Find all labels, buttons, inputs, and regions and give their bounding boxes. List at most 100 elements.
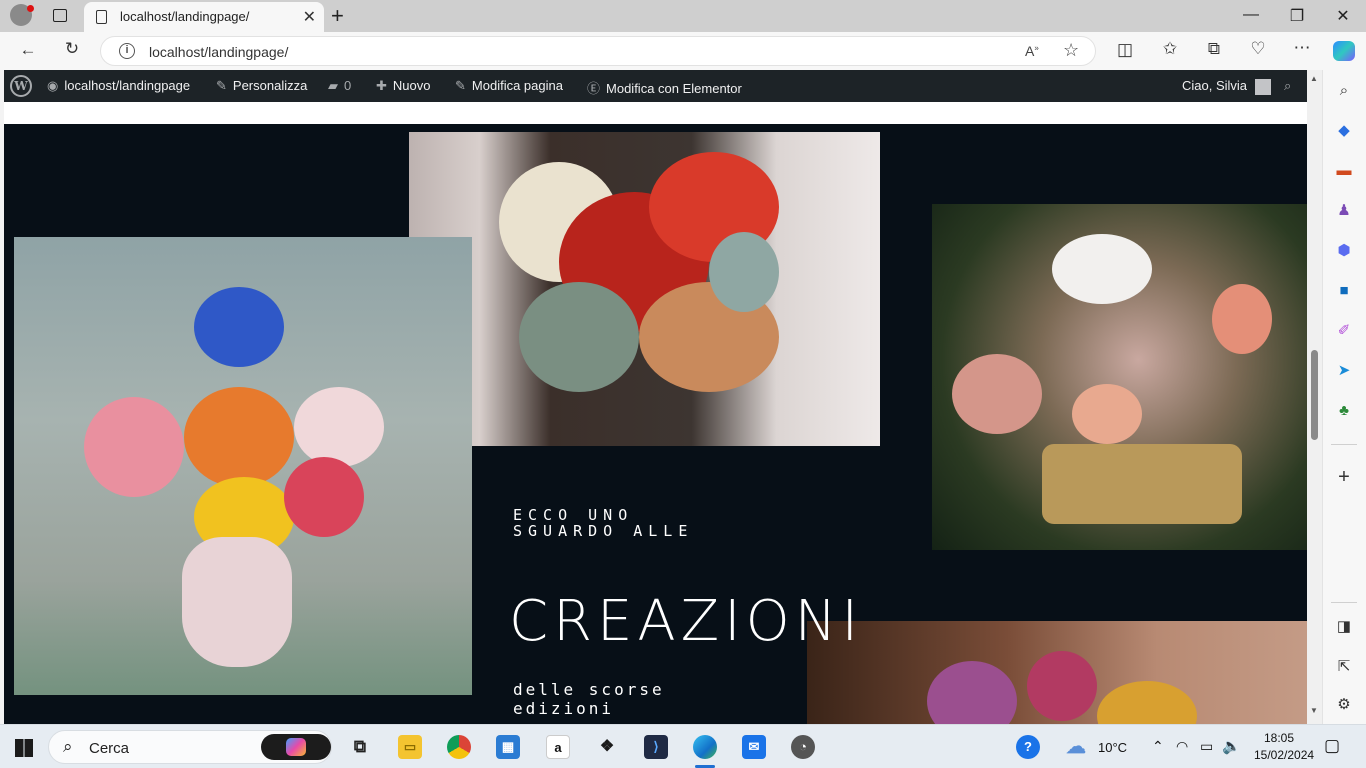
edge-icon[interactable] (693, 735, 717, 759)
reload-icon[interactable]: ↻ (58, 39, 86, 59)
new-tab-button[interactable]: + (331, 3, 344, 29)
browser-tab-bar: localhost/landingpage/ ✕ + — ❐ ✕ (0, 0, 1366, 32)
minimize-button[interactable]: — (1236, 6, 1266, 24)
sidebar-divider (1331, 602, 1357, 603)
taskbar-search[interactable]: ⌕ Cerca (48, 730, 332, 764)
wp-new-label: Nuovo (392, 78, 431, 93)
weather-temperature[interactable]: 10°C (1098, 740, 1127, 755)
clock-time[interactable]: 18:05 (1264, 731, 1294, 745)
sidebar-microsoft365-icon[interactable]: ⬢ (1333, 240, 1355, 262)
maximize-button[interactable]: ❐ (1282, 6, 1312, 26)
amazon-icon[interactable]: a (546, 735, 570, 759)
close-tab-icon[interactable]: ✕ (303, 7, 316, 27)
sidebar-tools-icon[interactable]: ▬ (1333, 160, 1355, 182)
scroll-down-arrow-icon[interactable]: ▼ (1310, 706, 1318, 715)
sidebar-send-icon[interactable]: ➤ (1333, 360, 1355, 382)
sidebar-tree-icon[interactable]: ♣ (1333, 400, 1355, 422)
hero-section: ECCO UNO SGUARDO ALLE CREAZIONI delle sc… (4, 124, 1307, 724)
wp-site-link[interactable]: ◉ localhost/landingpage (47, 78, 190, 94)
scrollbar-thumb[interactable] (1311, 350, 1318, 440)
wp-edit-page-label: Modifica pagina (471, 78, 563, 93)
site-info-icon[interactable]: i (119, 43, 135, 59)
elementor-icon: Ⓔ (587, 81, 601, 96)
search-label: Cerca (89, 740, 130, 757)
file-explorer-icon[interactable]: ▭ (398, 735, 422, 759)
page-top-spacer (4, 102, 1307, 124)
wp-customize-link[interactable]: ✎ Personalizza (216, 78, 307, 94)
search-icon: ⌕ (63, 737, 73, 756)
copilot-logo-icon (286, 738, 306, 756)
profile-notification-dot (27, 5, 34, 12)
address-url[interactable]: localhost/landingpage/ (149, 44, 288, 60)
help-icon[interactable]: ? (1016, 735, 1040, 759)
favorites-icon[interactable]: ✩ (1156, 39, 1184, 59)
wp-edit-elementor-link[interactable]: Ⓔ Modifica con Elementor (587, 78, 742, 97)
address-bar[interactable]: i localhost/landingpage/ A» ☆ (100, 36, 1096, 66)
sidebar-shopping-icon[interactable]: ◆ (1333, 120, 1355, 142)
windows-start-icon[interactable] (15, 739, 33, 757)
volume-icon[interactable]: 🔈 (1222, 737, 1241, 755)
sidebar-panel-icon[interactable]: ◨ (1333, 616, 1355, 638)
wp-greeting: Ciao, Silvia (1182, 78, 1248, 93)
sidebar-divider (1331, 444, 1357, 445)
wp-user-menu[interactable]: Ciao, Silvia (1182, 78, 1271, 95)
comment-icon: ▰ (328, 78, 338, 93)
hero-kicker-line2: SGUARDO ALLE (513, 522, 694, 540)
hero-subtitle-line1: delle scorse (513, 680, 665, 699)
sidebar-search-icon[interactable]: ⌕ (1333, 80, 1355, 102)
copilot-icon[interactable] (1333, 41, 1355, 61)
wp-edit-page-link[interactable]: ✎ Modifica pagina (455, 78, 563, 94)
collections-icon[interactable]: ⧉ (1200, 39, 1228, 59)
wp-admin-bar: W ◉ localhost/landingpage ✎ Personalizza ▰… (4, 70, 1307, 102)
mail-icon[interactable]: ✉ (742, 735, 766, 759)
powershell-icon[interactable]: ⟩ (644, 735, 668, 759)
close-window-button[interactable]: ✕ (1328, 6, 1358, 26)
wordpress-logo-icon[interactable]: W (10, 75, 32, 97)
sidebar-games-icon[interactable]: ♟ (1333, 200, 1355, 222)
sidebar-settings-icon[interactable]: ⚙ (1333, 694, 1355, 716)
github-desktop-icon[interactable]: ◔ (791, 735, 815, 759)
sidebar-external-icon[interactable]: ⇱ (1333, 656, 1355, 678)
brush-icon: ✎ (216, 78, 227, 93)
read-aloud-icon[interactable]: A» (1025, 43, 1039, 59)
notifications-icon[interactable]: ▢ (1324, 736, 1340, 756)
store-icon[interactable]: ▦ (496, 735, 520, 759)
wp-search-icon[interactable]: ⌕ (1284, 78, 1291, 94)
bouquet-bottom-photo (807, 621, 1307, 724)
active-tab[interactable]: localhost/landingpage/ ✕ (84, 2, 324, 32)
edge-sidebar: ⌕ ◆ ▬ ♟ ⬢ ■ ✐ ➤ ♣ + ◨ ⇱ ⚙ (1322, 70, 1366, 724)
browser-toolbar: ← ↻ i localhost/landingpage/ A» ☆ ◫ ✩ ⧉ … (0, 32, 1366, 70)
wp-comments-link[interactable]: ▰ 0 (328, 78, 351, 94)
more-menu-icon[interactable]: ⋯ (1288, 38, 1316, 58)
wifi-icon[interactable]: ◠ (1176, 738, 1188, 755)
wp-comments-count: 0 (344, 78, 352, 93)
wp-new-link[interactable]: ✚ Nuovo (376, 78, 430, 94)
dropbox-icon[interactable]: ❖ (595, 735, 619, 759)
sidebar-add-icon[interactable]: + (1333, 466, 1355, 488)
task-view-icon[interactable]: ⧉ (348, 735, 372, 759)
sidebar-outlook-icon[interactable]: ■ (1333, 280, 1355, 302)
flower-vase-photo (14, 237, 472, 695)
clock-date[interactable]: 15/02/2024 (1254, 748, 1314, 762)
browser-essentials-icon[interactable]: ♡ (1244, 39, 1272, 59)
favorite-star-icon[interactable]: ☆ (1063, 40, 1079, 61)
avatar (1254, 78, 1271, 95)
bouquet-photo (409, 132, 880, 446)
flower-basket-photo (932, 204, 1307, 550)
scroll-up-arrow-icon[interactable]: ▲ (1310, 74, 1318, 83)
wp-customize-label: Personalizza (232, 78, 308, 93)
weather-cloud-icon[interactable]: ☁ (1064, 735, 1088, 759)
split-screen-icon[interactable]: ◫ (1111, 40, 1139, 60)
wp-site-name: localhost/landingpage (64, 78, 191, 93)
back-icon[interactable]: ← (14, 40, 42, 60)
page-icon (96, 10, 107, 24)
tab-title: localhost/landingpage/ (120, 9, 250, 24)
battery-icon[interactable]: ▭ (1200, 738, 1213, 755)
tray-chevron-icon[interactable]: ⌃ (1152, 738, 1164, 755)
tab-actions-icon[interactable] (53, 9, 67, 22)
copilot-search-button[interactable] (261, 734, 331, 760)
page-scrollbar[interactable]: ▲ ▼ (1307, 70, 1322, 724)
dashboard-icon: ◉ (47, 78, 59, 93)
sidebar-designer-icon[interactable]: ✐ (1333, 320, 1355, 342)
chrome-icon[interactable] (447, 735, 471, 759)
